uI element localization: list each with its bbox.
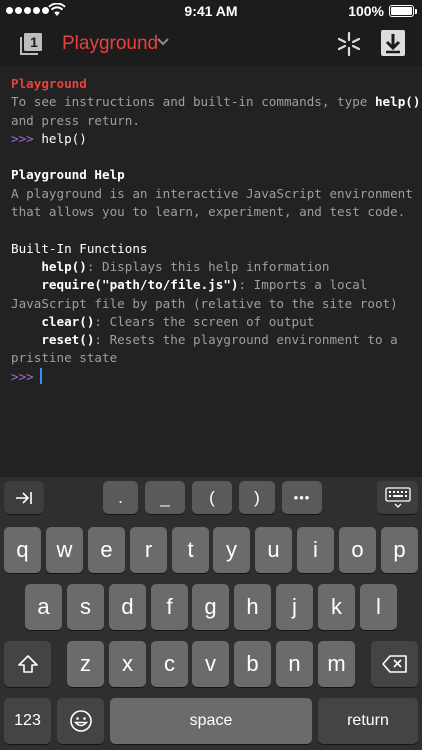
activity-spinner-icon[interactable] — [336, 31, 362, 57]
more-keys-button[interactable]: ••• — [282, 481, 322, 514]
key-i[interactable]: i — [297, 527, 334, 573]
key-o[interactable]: o — [339, 527, 376, 573]
key-r[interactable]: r — [130, 527, 167, 573]
key-s[interactable]: s — [67, 584, 104, 630]
keyboard: . _ ( ) ••• q w e r t y u i o p a s d f … — [0, 477, 422, 750]
key-d[interactable]: d — [109, 584, 146, 630]
intro-text: To see instructions and built-in command… — [11, 94, 375, 110]
intro-title: Playground — [11, 76, 87, 91]
key-p[interactable]: p — [381, 527, 418, 573]
key-h[interactable]: h — [234, 584, 271, 630]
function-name: clear() — [41, 313, 95, 329]
delete-icon — [381, 655, 407, 673]
function-name: help() — [41, 258, 87, 274]
close-paren-key[interactable]: ) — [239, 481, 275, 514]
space-key[interactable]: space — [110, 698, 312, 744]
status-bar: 9:41 AM 100% — [0, 0, 422, 22]
function-desc-cont: pristine state — [11, 350, 118, 366]
chevron-down-icon[interactable] — [156, 37, 170, 47]
key-x[interactable]: x — [109, 641, 146, 687]
key-n[interactable]: n — [276, 641, 313, 687]
key-a[interactable]: a — [25, 584, 62, 630]
key-c[interactable]: c — [151, 641, 188, 687]
keyboard-hide-icon — [384, 486, 411, 508]
emoji-key[interactable] — [57, 698, 104, 744]
tabs-button[interactable]: 1 — [18, 31, 44, 57]
key-k[interactable]: k — [318, 584, 355, 630]
key-e[interactable]: e — [88, 527, 125, 573]
delete-key[interactable] — [371, 641, 418, 687]
key-f[interactable]: f — [151, 584, 188, 630]
entered-command: help() — [41, 130, 87, 146]
shift-icon — [17, 655, 38, 673]
key-w[interactable]: w — [46, 527, 83, 573]
key-l[interactable]: l — [360, 584, 397, 630]
text-cursor[interactable] — [39, 367, 42, 384]
key-u[interactable]: u — [255, 527, 292, 573]
function-desc: : Imports a local — [238, 277, 368, 293]
emoji-icon — [69, 710, 92, 732]
open-paren-key[interactable]: ( — [192, 481, 232, 514]
prompt-symbol: >>> — [11, 130, 34, 146]
page-title[interactable]: Playground — [62, 33, 158, 55]
builtin-heading: Built-In Functions — [11, 240, 148, 256]
input-prompt-symbol: >>> — [11, 368, 34, 384]
hide-keyboard-button[interactable] — [377, 481, 418, 514]
return-key[interactable]: return — [318, 698, 418, 744]
key-q[interactable]: q — [4, 527, 41, 573]
numbers-key[interactable]: 123 — [4, 698, 51, 744]
function-name: reset() — [41, 332, 95, 348]
help-description-2: that allows you to learn, experiment, an… — [11, 204, 406, 220]
key-m[interactable]: m — [318, 641, 355, 687]
key-j[interactable]: j — [276, 584, 313, 630]
key-t[interactable]: t — [172, 527, 209, 573]
function-desc-cont: JavaScript file by path (relative to the… — [11, 295, 398, 311]
shift-key[interactable] — [4, 641, 51, 687]
console-output[interactable]: Playground To see instructions and built… — [0, 66, 422, 477]
key-g[interactable]: g — [192, 584, 229, 630]
battery-percent: 100% — [348, 3, 384, 19]
battery-icon — [389, 5, 417, 17]
underscore-key[interactable]: _ — [145, 481, 185, 514]
key-z[interactable]: z — [67, 641, 104, 687]
nav-bar: 1 Playground — [0, 22, 422, 66]
tab-count: 1 — [30, 34, 38, 50]
key-b[interactable]: b — [234, 641, 271, 687]
function-name: require("path/to/file.js") — [41, 277, 239, 293]
help-title: Playground Help — [11, 167, 125, 183]
help-description: A playground is an interactive JavaScrip… — [11, 185, 413, 201]
function-desc: : Resets the playground environment to a — [94, 332, 398, 348]
tab-arrow-icon — [16, 491, 32, 504]
function-desc: : Clears the screen of output — [94, 313, 315, 329]
function-desc: : Displays this help information — [86, 258, 330, 274]
period-key[interactable]: . — [103, 481, 138, 514]
key-y[interactable]: y — [213, 527, 250, 573]
key-v[interactable]: v — [192, 641, 229, 687]
download-icon[interactable] — [381, 30, 405, 56]
intro-text-2: and press return. — [11, 112, 140, 128]
tab-key[interactable] — [4, 481, 44, 514]
intro-help-command: help() — [374, 94, 421, 110]
